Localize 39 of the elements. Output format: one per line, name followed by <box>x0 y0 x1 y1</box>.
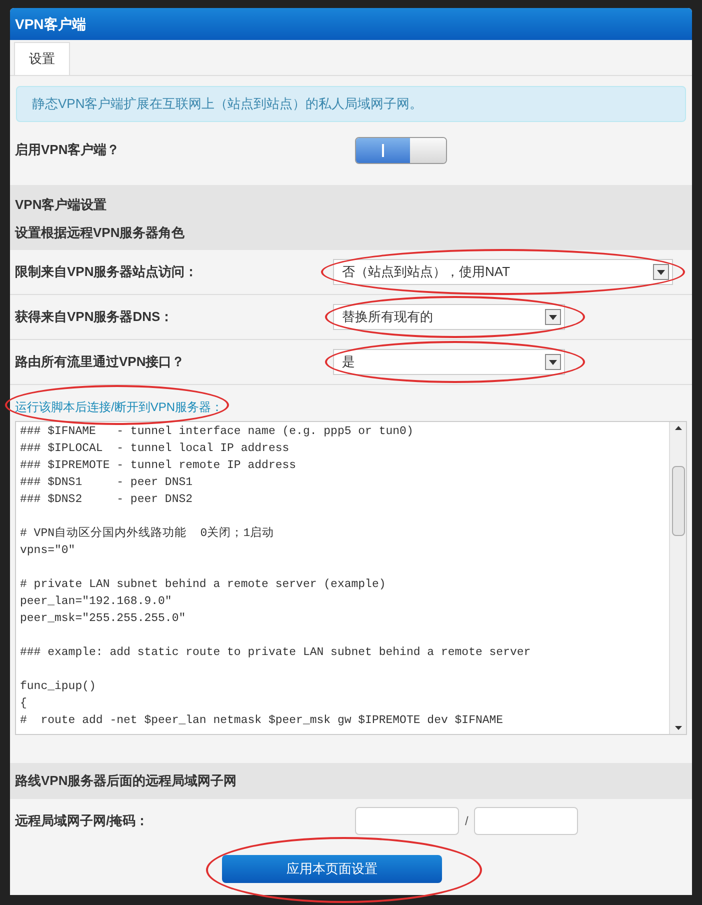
section-subtitle: 设置根据远程VPN服务器角色 <box>15 224 186 242</box>
scroll-down-icon[interactable] <box>674 726 682 730</box>
section-title: VPN客户端设置 <box>15 196 108 214</box>
scrollbar-thumb[interactable] <box>672 466 684 536</box>
code-line: func_ipup() <box>20 679 97 695</box>
window-title: VPN客户端 <box>10 8 692 40</box>
select-field[interactable]: 否（站点到站点），使用NAT <box>333 259 673 285</box>
code-line: ### example: add static route to private LAN subnet behind a remote server <box>20 645 532 661</box>
toggle-on-mark <box>382 144 384 156</box>
code-line: ### $IFNAME - tunnel interface name (e.g. ppp5 or tun0) <box>20 424 414 440</box>
code-line: ### $DNS1 - peer DNS1 <box>20 475 194 491</box>
field-label: 获得来自VPN服务器DNS： <box>15 308 174 326</box>
script-textarea[interactable] <box>15 421 687 735</box>
field-label: 启用VPN客户端？ <box>15 141 121 160</box>
code-line: peer_msk="255.255.255.0" <box>20 611 187 627</box>
scroll-up-icon[interactable] <box>674 426 682 430</box>
code-line: ### $IPREMOTE - tunnel remote IP address <box>20 458 298 474</box>
code-line: peer_lan="192.168.9.0" <box>20 594 173 610</box>
code-line: # VPN自动区分国内外线路功能 0关闭；1启动 <box>20 526 276 542</box>
field-label: 限制来自VPN服务器站点访问： <box>15 263 199 282</box>
code-line: ### $IPLOCAL - tunnel local IP address <box>20 441 290 457</box>
section-title: 路线VPN服务器后面的远程局域网子网 <box>15 772 237 790</box>
tab[interactable]: 设置 <box>14 42 70 75</box>
apply-button[interactable]: 应用本页面设置 <box>222 855 442 883</box>
subnet-input[interactable] <box>355 807 459 835</box>
separator-text: / <box>465 813 468 830</box>
code-line: # route add -net $peer_lan netmask $peer_msk gw $IPREMOTE dev $IFNAME <box>20 713 504 729</box>
select-field[interactable]: 替换所有现有的 <box>333 304 565 330</box>
code-line: { <box>20 696 28 712</box>
mask-input[interactable] <box>474 807 578 835</box>
code-line: # private LAN subnet behind a remote server (example) <box>20 577 387 593</box>
script-label: 运行该脚本后连接/断开到VPN服务器： <box>15 400 224 414</box>
code-line: ### $DNS2 - peer DNS2 <box>20 492 194 508</box>
code-line: vpns="0" <box>20 543 76 559</box>
field-label: 路由所有流里通过VPN接口？ <box>15 353 186 372</box>
field-label: 远程局域网子网/掩码： <box>15 812 150 830</box>
select-field[interactable]: 是 <box>333 349 565 375</box>
toggle-switch[interactable] <box>355 136 447 164</box>
info-banner: 静态VPN客户端扩展在互联网上（站点到站点）的私人局域网子网。 <box>16 86 686 122</box>
